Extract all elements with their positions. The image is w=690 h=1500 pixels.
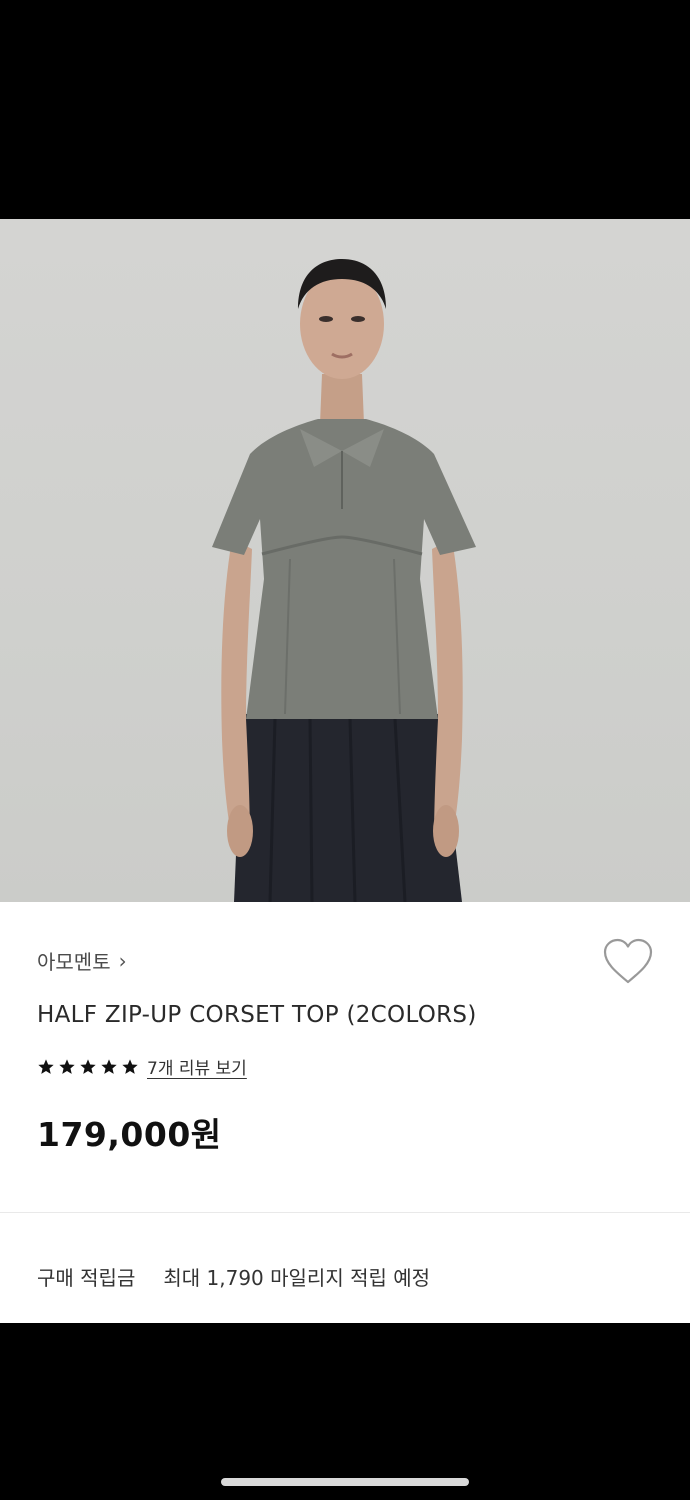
points-label: 구매 적립금 — [37, 1266, 136, 1290]
star-icon — [101, 1058, 117, 1074]
star-icon — [122, 1058, 138, 1074]
rating-row: 7개 리뷰 보기 — [37, 1054, 247, 1079]
brand-name: 아모멘토 — [37, 950, 111, 974]
star-icon — [38, 1058, 54, 1074]
review-link[interactable]: 7개 리뷰 보기 — [147, 1054, 247, 1079]
bottom-area — [0, 1323, 690, 1500]
rating-stars — [37, 1058, 139, 1076]
points-value: 최대 1,790 마일리지 적립 예정 — [163, 1266, 431, 1290]
product-image[interactable] — [0, 219, 690, 902]
star-icon — [80, 1058, 96, 1074]
chevron-right-icon: › — [118, 948, 127, 973]
star-icon — [59, 1058, 75, 1074]
heart-icon[interactable] — [602, 938, 654, 986]
points-row: 구매 적립금 최대 1,790 마일리지 적립 예정 — [37, 1262, 430, 1291]
product-info-panel: 아모멘토 › HALF ZIP-UP CORSET TOP (2COLORS) … — [0, 902, 690, 1323]
product-photo — [212, 259, 476, 902]
home-indicator[interactable] — [221, 1478, 469, 1486]
status-bar-area — [0, 0, 690, 219]
brand-link[interactable]: 아모멘토 › — [37, 946, 127, 975]
product-title: HALF ZIP-UP CORSET TOP (2COLORS) — [37, 1002, 477, 1028]
product-price: 179,000원 — [37, 1115, 222, 1154]
divider — [0, 1212, 690, 1213]
